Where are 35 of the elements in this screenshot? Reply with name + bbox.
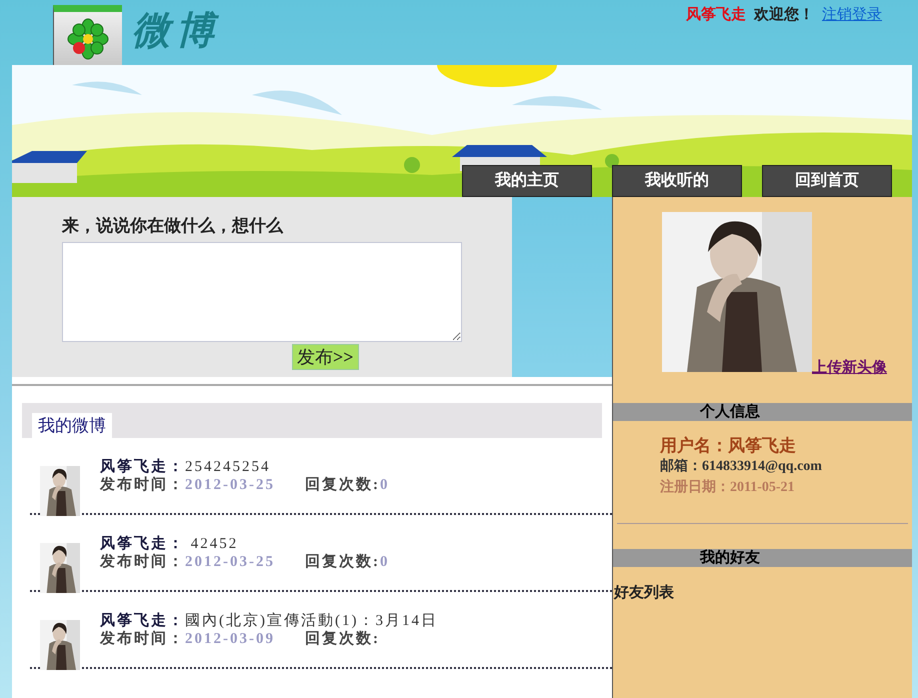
time-label: 发布时间： — [100, 631, 185, 647]
author-name: 风筝飞走： — [100, 613, 185, 629]
user-name: 风筝飞走 — [686, 5, 746, 25]
section-title-bar: 个人信息 — [613, 403, 912, 421]
post-date: 2012-03-09 — [185, 631, 275, 647]
email-text: 邮箱：614833914@qq.com — [660, 457, 822, 476]
post-date: 2012-03-25 — [185, 477, 275, 493]
reply-count-label: 回复次数: — [305, 477, 380, 493]
reply-count-label: 回复次数: — [305, 631, 380, 647]
post-content: 254245254 — [185, 459, 270, 475]
logo-text: 微博 — [132, 12, 220, 50]
publish-button[interactable]: 发布>> — [292, 344, 359, 370]
nav-button[interactable]: 我的主页 — [462, 165, 592, 197]
post-date: 2012-03-25 — [185, 554, 275, 570]
friend-list-text: 好友列表 — [614, 583, 674, 603]
reply-count: 0 — [380, 554, 390, 570]
section-title-bar: 我的好友 — [613, 549, 912, 567]
upload-avatar-link[interactable]: 上传新头像 — [812, 357, 887, 380]
reply-count: 0 — [380, 477, 390, 493]
prompt-text: 来，说说你在做什么，想什么 — [62, 215, 284, 237]
post-input[interactable] — [62, 242, 462, 342]
nav-button[interactable]: 我收听的 — [612, 165, 742, 197]
register-date-text: 注册日期：2011-05-21 — [660, 478, 796, 497]
nav-button[interactable]: 回到首页 — [762, 165, 892, 197]
author-name: 风筝飞走： — [100, 536, 185, 552]
flower-icon — [67, 18, 109, 60]
post-content: 國內(北京)宣傳活動(1)：3月14日 — [185, 613, 438, 629]
author-name: 风筝飞走： — [100, 459, 185, 475]
time-label: 发布时间： — [100, 554, 185, 570]
reply-count-label: 回复次数: — [305, 554, 380, 570]
time-label: 发布时间： — [100, 477, 185, 493]
username-text: 用户名：风筝飞走 — [660, 435, 797, 456]
section-tab[interactable]: 我的微博 — [32, 412, 112, 438]
post-content: 42452 — [190, 536, 238, 552]
greeting-text: 欢迎您！ — [754, 5, 814, 25]
